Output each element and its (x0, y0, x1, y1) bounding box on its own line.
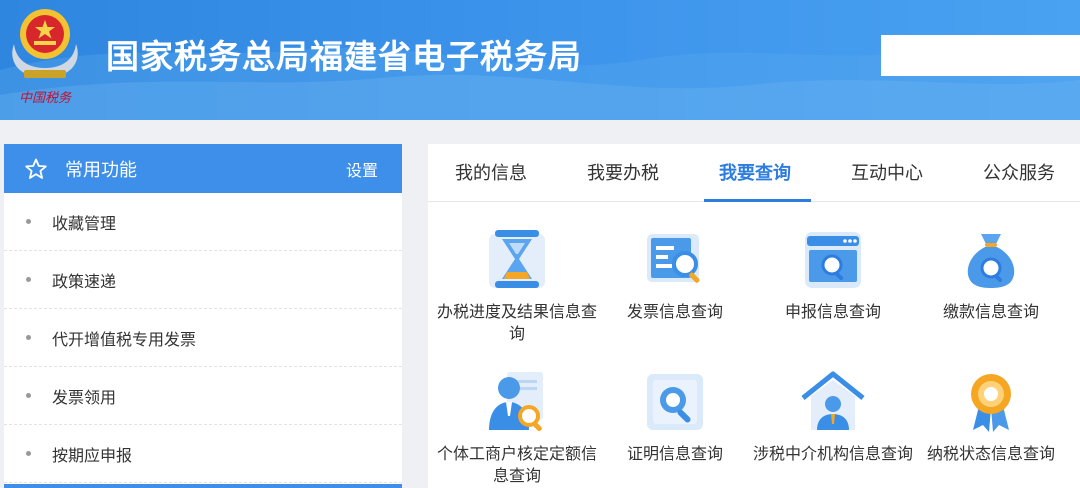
hourglass-icon (489, 230, 545, 288)
service-label: 涉税中介机构信息查询 (753, 444, 914, 463)
declaration-search-icon (805, 232, 861, 288)
site-header: 中国税务 国家税务总局福建省电子税务局 (0, 0, 1080, 120)
service-declaration-query[interactable]: 申报信息查询 (753, 228, 913, 323)
services-panel: 我的信息 我要办税 我要查询 互动中心 公众服务 办税进度及结果信息查询 发票信… (428, 144, 1080, 488)
service-payment-query[interactable]: 缴款信息查询 (911, 228, 1071, 323)
favorite-item[interactable]: 按期应申报 (4, 425, 402, 483)
service-certificate-query[interactable]: 证明信息查询 (595, 370, 755, 465)
service-label: 缴款信息查询 (942, 302, 1039, 321)
favorite-item-label: 收藏管理 (52, 213, 117, 233)
emblem-text: 中国税务 (19, 91, 72, 106)
person-search-icon (489, 372, 543, 432)
favorite-item-label: 按期应申报 (52, 445, 133, 465)
bullet-icon (26, 277, 31, 282)
favorites-panel: 常用功能 设置 收藏管理 政策速递 代开增值税专用发票 发票领用 按期应申报 (4, 144, 402, 488)
service-agency-query[interactable]: 涉税中介机构信息查询 (753, 370, 913, 465)
service-individual-quota-query[interactable]: 个体工商户核定定额信息查询 (437, 370, 597, 487)
site-title: 国家税务总局福建省电子税务局 (106, 37, 582, 76)
tab-interaction-center[interactable]: 互动中心 (851, 144, 923, 202)
star-icon (25, 158, 47, 179)
settings-link[interactable]: 设置 (346, 157, 378, 181)
bullet-icon (26, 393, 31, 398)
service-label: 申报信息查询 (784, 302, 881, 321)
service-tax-status-query[interactable]: 纳税状态信息查询 (911, 370, 1071, 465)
tab-bar: 我的信息 我要办税 我要查询 互动中心 公众服务 (428, 144, 1080, 202)
favorite-item[interactable]: 收藏管理 (4, 193, 402, 251)
favorite-item-label: 政策速递 (52, 271, 117, 291)
money-bag-search-icon (967, 234, 1015, 288)
favorite-item[interactable]: 发票领用 (4, 367, 402, 425)
tax-emblem-icon: 中国税务 (12, 9, 78, 106)
favorites-header: 常用功能 设置 (4, 144, 402, 193)
favorite-item[interactable]: 政策速递 (4, 251, 402, 309)
favorite-item-label: 代开增值税专用发票 (52, 329, 197, 349)
panel-bottom-bar (4, 484, 402, 488)
service-label: 办税进度及结果信息查询 (437, 302, 598, 343)
favorites-title: 常用功能 (65, 159, 137, 181)
tab-my-info[interactable]: 我的信息 (455, 144, 527, 202)
tab-public-service[interactable]: 公众服务 (983, 144, 1055, 202)
service-label: 纳税状态信息查询 (926, 444, 1055, 463)
bullet-icon (26, 451, 31, 456)
certificate-search-icon (647, 374, 703, 430)
service-progress-query[interactable]: 办税进度及结果信息查询 (437, 228, 597, 345)
tab-query[interactable]: 我要查询 (719, 144, 791, 202)
favorite-item-label: 发票领用 (52, 387, 117, 407)
status-medal-icon (971, 374, 1011, 432)
search-input[interactable] (881, 35, 1080, 76)
service-invoice-query[interactable]: 发票信息查询 (595, 228, 755, 323)
favorite-item[interactable]: 代开增值税专用发票 (4, 309, 402, 367)
tab-handle-tax[interactable]: 我要办税 (587, 144, 659, 202)
service-label: 发票信息查询 (626, 302, 723, 321)
agency-building-icon (801, 371, 865, 430)
bullet-icon (26, 335, 31, 340)
invoice-search-icon (647, 234, 700, 283)
active-tab-indicator (704, 199, 811, 202)
service-label: 证明信息查询 (626, 444, 723, 463)
service-label: 个体工商户核定定额信息查询 (437, 444, 598, 485)
bullet-icon (26, 219, 31, 224)
